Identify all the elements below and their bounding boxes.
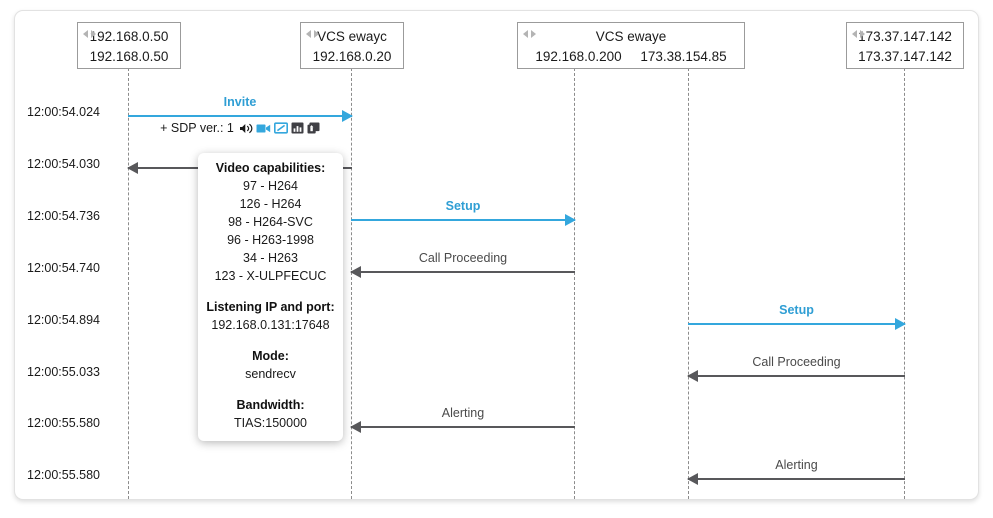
participant-nav-arrows[interactable]: [83, 30, 96, 38]
video-capability-item: 123 - X-ULPFECUC: [214, 269, 327, 283]
timestamp: 12:00:54.024: [27, 105, 100, 119]
timestamp: 12:00:55.033: [27, 365, 100, 379]
video-capability-item: 34 - H263: [243, 251, 298, 265]
nav-right-icon[interactable]: [314, 30, 319, 38]
arrow-head-left-icon: [687, 370, 698, 382]
message-label: Call Proceeding: [752, 355, 841, 369]
message-line: [688, 478, 905, 480]
timestamp: 12:00:55.580: [27, 416, 100, 430]
video-capability-item: 98 - H264-SVC: [228, 215, 313, 229]
arrow-head-right-icon: [895, 318, 906, 330]
message-label: Alerting: [441, 406, 485, 420]
message-label: Setup: [445, 199, 481, 213]
participant-endpoint-a[interactable]: 192.168.0.50 192.168.0.50: [77, 22, 181, 69]
presentation-screen-icon: [273, 122, 288, 134]
participant-endpoint-b[interactable]: 173.37.147.142 173.37.147.142: [846, 22, 964, 69]
participant-nav-arrows[interactable]: [852, 30, 865, 38]
mode-title: Mode:: [252, 349, 289, 363]
popup-divider: [204, 383, 337, 397]
nav-right-icon[interactable]: [91, 30, 96, 38]
message-label: Invite: [223, 95, 257, 109]
popup-divider: [204, 334, 337, 348]
participant-address: 192.168.0.20: [312, 49, 392, 64]
timestamp: 12:00:55.580: [27, 468, 100, 482]
timestamp: 12:00:54.030: [27, 157, 100, 171]
nav-left-icon[interactable]: [523, 30, 528, 38]
listening-ip-value: 192.168.0.131:17648: [211, 318, 330, 332]
message-line: [128, 115, 352, 117]
mode-value: sendrecv: [245, 367, 296, 381]
media-capability-icons: [239, 122, 320, 135]
participant-vcs-ewayc[interactable]: VCS ewayc 192.168.0.20: [300, 22, 404, 69]
message-label: Alerting: [775, 458, 818, 472]
message-label: Setup: [779, 303, 814, 317]
video-camera-icon: [256, 124, 271, 132]
nav-right-icon[interactable]: [531, 30, 536, 38]
bandwidth-value: TIAS:150000: [234, 416, 307, 430]
nav-left-icon[interactable]: [852, 30, 857, 38]
participant-address: 173.37.147.142: [858, 49, 952, 64]
video-capability-item: 96 - H263-1998: [227, 233, 314, 247]
lifeline-endpoint-b: [904, 68, 905, 499]
sdp-version-text: + SDP ver.: 1: [160, 121, 234, 135]
listening-ip-title: Listening IP and port:: [206, 300, 335, 314]
nav-left-icon[interactable]: [306, 30, 311, 38]
message-line: [351, 271, 575, 273]
lifeline-vcs-ewaye-1: [574, 68, 575, 499]
participant-addresses: 192.168.0.50: [78, 45, 180, 65]
timestamp: 12:00:54.736: [27, 209, 100, 223]
arrow-head-left-icon: [127, 162, 138, 174]
sdp-detail-popup[interactable]: Video capabilities: 97 - H264 126 - H264…: [198, 153, 343, 441]
diagram-stage: 192.168.0.50 192.168.0.50 VCS ewayc 192.…: [0, 0, 993, 518]
participant-addresses: 192.168.0.20: [301, 45, 403, 65]
video-capability-item: 126 - H264: [239, 197, 302, 211]
participant-vcs-ewaye[interactable]: VCS ewaye 192.168.0.200 173.38.154.85: [517, 22, 745, 69]
participant-address: 192.168.0.200: [535, 49, 622, 64]
participant-addresses: 173.37.147.142: [847, 45, 963, 65]
participant-nav-arrows[interactable]: [523, 30, 536, 38]
message-label: Call Proceeding: [418, 251, 508, 265]
audio-speaker-icon: [239, 123, 253, 133]
video-capabilities-title: Video capabilities:: [215, 161, 326, 175]
arrow-head-left-icon: [687, 473, 698, 485]
message-sublabel: + SDP ver.: 1: [128, 121, 352, 135]
participant-nav-arrows[interactable]: [306, 30, 319, 38]
message-line: [688, 375, 905, 377]
video-capability-item: 97 - H264: [243, 179, 298, 193]
participant-address: 192.168.0.50: [89, 49, 169, 64]
message-line: [351, 426, 575, 428]
participant-addresses: 192.168.0.200 173.38.154.85: [518, 45, 744, 65]
arrow-head-left-icon: [350, 421, 361, 433]
message-line: [351, 219, 575, 221]
diagram-canvas: 192.168.0.50 192.168.0.50 VCS ewayc 192.…: [14, 10, 979, 500]
arrow-head-right-icon: [565, 214, 576, 226]
nav-right-icon[interactable]: [860, 30, 865, 38]
lifeline-vcs-ewaye-2: [688, 68, 689, 499]
timestamp: 12:00:54.740: [27, 261, 100, 275]
message-line: [688, 323, 905, 325]
participant-title: VCS ewaye: [595, 29, 667, 44]
nav-left-icon[interactable]: [83, 30, 88, 38]
chart-icon: [291, 122, 304, 134]
timestamp: 12:00:54.894: [27, 313, 100, 327]
share-document-icon: [307, 122, 320, 134]
participant-address: 173.38.154.85: [640, 49, 727, 64]
bandwidth-title: Bandwidth:: [236, 398, 305, 412]
arrow-head-left-icon: [350, 266, 361, 278]
popup-divider: [204, 285, 337, 299]
